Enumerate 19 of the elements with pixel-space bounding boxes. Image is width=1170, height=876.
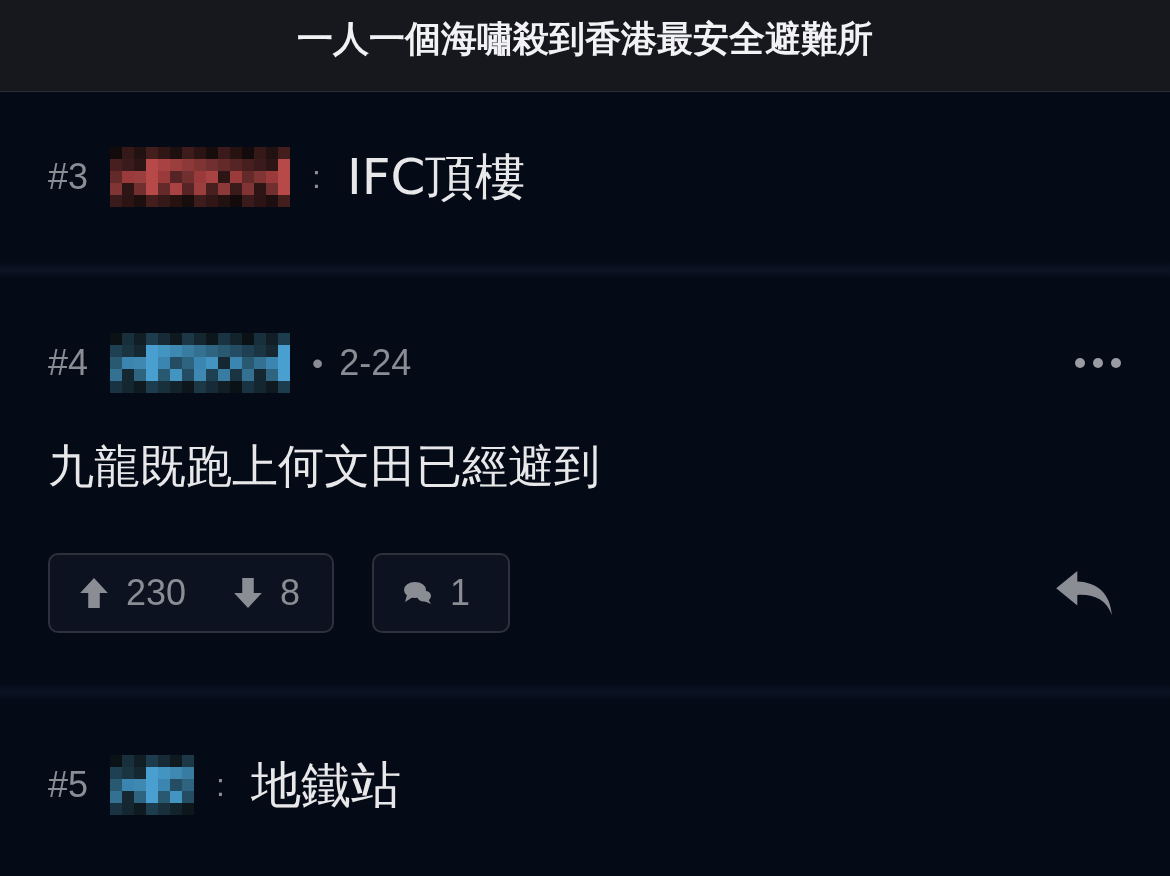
more-icon <box>1074 357 1122 369</box>
replies-button[interactable]: 1 <box>372 553 511 633</box>
post-number: #3 <box>48 156 89 198</box>
separator-dot: • <box>312 344 324 382</box>
upvote-button[interactable]: 230 <box>50 572 187 614</box>
thread-title: 一人一個海嘯殺到香港最安全避難所 <box>297 17 873 61</box>
post-date: 2-24 <box>339 342 412 384</box>
up-arrow-icon <box>80 578 108 608</box>
more-button[interactable] <box>1074 357 1122 369</box>
post-number: #4 <box>48 342 89 384</box>
post-text: 九龍既跑上何文田已經避到 <box>48 438 601 495</box>
separator-dot: : <box>312 158 321 196</box>
separator-dot: : <box>216 766 225 804</box>
downvote-button[interactable]: 8 <box>186 572 333 614</box>
post-number: #5 <box>48 764 89 806</box>
down-arrow-icon <box>234 578 263 608</box>
reply-text: IFC頂樓 <box>346 146 526 208</box>
reply-arrow-icon <box>1056 569 1114 617</box>
reply-text: 地鐵站 <box>250 754 401 816</box>
